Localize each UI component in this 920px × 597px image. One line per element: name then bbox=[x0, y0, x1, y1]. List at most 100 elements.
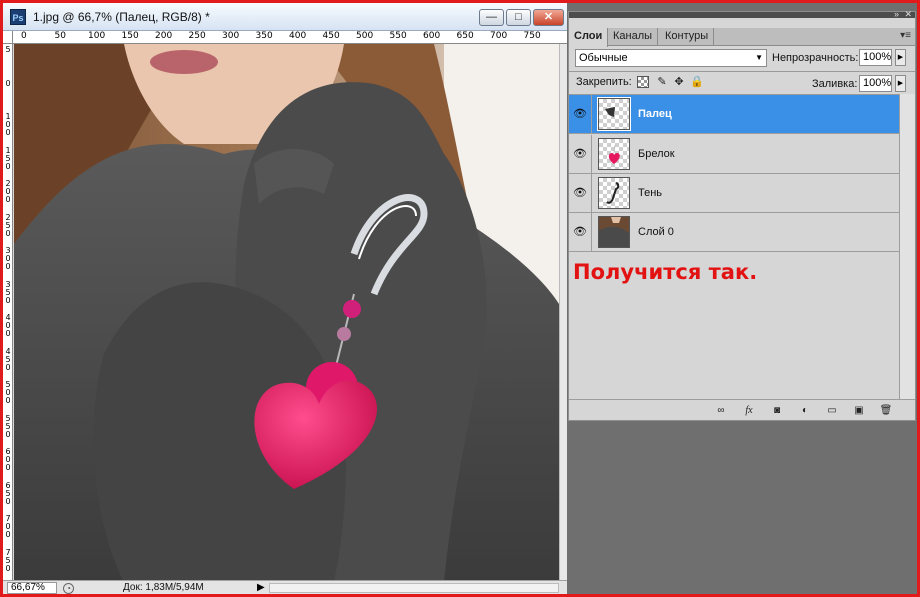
ruler-tick-label: 650 bbox=[456, 31, 474, 41]
lock-all-icon[interactable]: 🔒 bbox=[690, 76, 704, 88]
fill-field[interactable]: 100% bbox=[859, 75, 892, 92]
chevron-down-icon: ▼ bbox=[755, 53, 763, 62]
layers-panel: » ✕ Слои Каналы Контуры ▾≡ Обычные ▼ Неп… bbox=[568, 10, 916, 421]
zoom-level-field[interactable]: 66,67% bbox=[7, 582, 57, 594]
image-canvas[interactable] bbox=[14, 44, 559, 582]
lock-paint-icon[interactable]: ✎ bbox=[656, 76, 668, 88]
status-menu-arrow-icon[interactable]: ▶ bbox=[257, 582, 265, 593]
ruler-tick-label: 500 bbox=[5, 380, 11, 405]
result-annotation: Получится так. bbox=[573, 260, 758, 284]
visibility-toggle[interactable]: 👁 bbox=[569, 213, 592, 252]
layers-scrollbar[interactable] bbox=[899, 94, 915, 399]
layer-row-palets[interactable]: 👁 Палец bbox=[569, 95, 899, 134]
finger-shape-icon bbox=[605, 107, 615, 117]
ruler-tick-label: 450 bbox=[5, 346, 11, 372]
ruler-tick-label: 250 bbox=[188, 31, 206, 41]
fx-icon[interactable]: fx bbox=[741, 404, 757, 417]
maximize-button[interactable]: □ bbox=[506, 9, 531, 26]
layer-name[interactable]: Слой 0 bbox=[638, 226, 674, 238]
opacity-field[interactable]: 100% bbox=[859, 49, 892, 66]
ruler-tick-label: 350 bbox=[5, 279, 11, 305]
blend-mode-value: Обычные bbox=[579, 52, 628, 64]
layer-thumbnail bbox=[597, 97, 631, 131]
layer-thumbnail bbox=[598, 177, 630, 209]
photo-woman-gloves-heart-keychain bbox=[14, 44, 559, 582]
ruler-tick-label: 100 bbox=[5, 112, 11, 137]
ruler-tick-label: 550 bbox=[5, 413, 11, 439]
tab-channels[interactable]: Каналы bbox=[608, 28, 659, 46]
layer-name[interactable]: Палец bbox=[638, 108, 672, 120]
panel-header-bar[interactable]: » ✕ bbox=[569, 10, 915, 19]
add-mask-icon[interactable]: ◙ bbox=[769, 404, 785, 417]
link-layers-icon[interactable]: ∞ bbox=[713, 404, 729, 417]
ruler-tick-label: 50 bbox=[54, 31, 66, 41]
layer-thumbnail bbox=[598, 138, 630, 170]
photo-thumbnail-icon bbox=[599, 217, 629, 247]
layer-name[interactable]: Тень bbox=[638, 187, 662, 199]
fill-label: Заливка: bbox=[812, 78, 858, 90]
close-panel-icon[interactable]: ✕ bbox=[904, 10, 912, 19]
new-group-icon[interactable]: ▭ bbox=[824, 404, 840, 417]
close-button[interactable]: ✕ bbox=[533, 9, 564, 26]
layer-row-brelok[interactable]: 👁 Брелок bbox=[569, 135, 899, 174]
ruler-tick-label: 600 bbox=[423, 31, 441, 41]
visibility-toggle[interactable]: 👁 bbox=[569, 135, 592, 174]
ruler-tick-label: 150 bbox=[121, 31, 139, 41]
ruler-tick-label: 0 bbox=[21, 31, 27, 41]
tab-paths[interactable]: Контуры bbox=[660, 28, 715, 46]
ruler-horizontal[interactable]: 0 50 100 150 200 250 300 350 400 450 500 550 600 650 7… bbox=[13, 31, 567, 44]
shadow-shape-icon bbox=[606, 182, 620, 204]
new-layer-icon[interactable]: ▣ bbox=[851, 404, 867, 417]
ruler-tick-label: 700 bbox=[490, 31, 508, 41]
panel-menu-icon[interactable]: ▾≡ bbox=[900, 30, 911, 41]
horizontal-scrollbar[interactable] bbox=[269, 583, 559, 593]
ruler-tick-label: 400 bbox=[289, 31, 307, 41]
minimize-button[interactable]: — bbox=[479, 9, 504, 26]
ruler-tick-label: 400 bbox=[5, 313, 11, 338]
document-titlebar[interactable]: Ps 1.jpg @ 66,7% (Палец, RGB/8) * — □ ✕ bbox=[3, 3, 567, 31]
ruler-tick-label: 100 bbox=[88, 31, 106, 41]
tab-layers[interactable]: Слои bbox=[569, 28, 609, 47]
collapse-panel-icon[interactable]: » bbox=[894, 10, 899, 19]
opacity-slider-arrow-icon[interactable]: ▶ bbox=[895, 49, 906, 66]
opacity-label: Непрозрачность: bbox=[772, 52, 859, 64]
ruler-origin[interactable] bbox=[3, 31, 13, 44]
trash-icon[interactable]: 🗑 bbox=[878, 404, 894, 417]
status-info-icon[interactable]: ◔ bbox=[63, 583, 74, 594]
adjustment-layer-icon[interactable]: ◐ bbox=[797, 404, 813, 417]
layer-row-ten[interactable]: 👁 Тень bbox=[569, 174, 899, 213]
ruler-tick-label: 550 bbox=[389, 31, 407, 41]
visibility-toggle[interactable]: 👁 bbox=[569, 174, 592, 213]
ruler-tick-label: 650 bbox=[5, 480, 11, 506]
panel-footer: ∞ fx ◙ ◐ ▭ ▣ 🗑 bbox=[569, 399, 915, 420]
ruler-vertical[interactable]: 5 0 100 150 200 250 300 350 400 450 500 550 600 650 70… bbox=[3, 44, 13, 582]
ruler-tick-label: 0 bbox=[5, 78, 11, 88]
document-window: Ps 1.jpg @ 66,7% (Палец, RGB/8) * — □ ✕ … bbox=[3, 3, 567, 594]
ruler-tick-label: 200 bbox=[5, 179, 11, 204]
vertical-scrollbar[interactable] bbox=[559, 44, 567, 582]
blend-mode-select[interactable]: Обычные ▼ bbox=[575, 49, 767, 67]
ruler-tick-label: 200 bbox=[155, 31, 173, 41]
eye-icon: 👁 bbox=[573, 108, 587, 120]
ruler-tick-label: 150 bbox=[5, 145, 11, 171]
keychain-heart-icon bbox=[608, 144, 620, 164]
fill-slider-arrow-icon[interactable]: ▶ bbox=[895, 75, 906, 92]
ruler-tick-label: 300 bbox=[5, 246, 11, 271]
layer-thumbnail bbox=[598, 216, 630, 248]
divider bbox=[569, 71, 915, 72]
eye-icon: 👁 bbox=[573, 148, 587, 160]
lock-move-icon[interactable]: ✥ bbox=[673, 76, 685, 88]
ruler-tick-label: 250 bbox=[5, 212, 11, 238]
document-title: 1.jpg @ 66,7% (Палец, RGB/8) * bbox=[33, 10, 210, 24]
photoshop-app-icon: Ps bbox=[10, 9, 26, 25]
lock-label: Закрепить: bbox=[576, 76, 632, 88]
layer-row-sloy-0[interactable]: 👁 Слой 0 bbox=[569, 213, 899, 252]
ruler-tick-label: 500 bbox=[356, 31, 374, 41]
visibility-toggle[interactable]: 👁 bbox=[569, 95, 592, 134]
ruler-tick-label: 700 bbox=[5, 514, 11, 539]
eye-icon: 👁 bbox=[573, 187, 587, 199]
ruler-tick-label: 350 bbox=[255, 31, 273, 41]
layer-name[interactable]: Брелок bbox=[638, 148, 675, 160]
document-size-info: Док: 1,83M/5,94M bbox=[123, 582, 204, 593]
lock-transparency-icon[interactable] bbox=[637, 76, 649, 88]
